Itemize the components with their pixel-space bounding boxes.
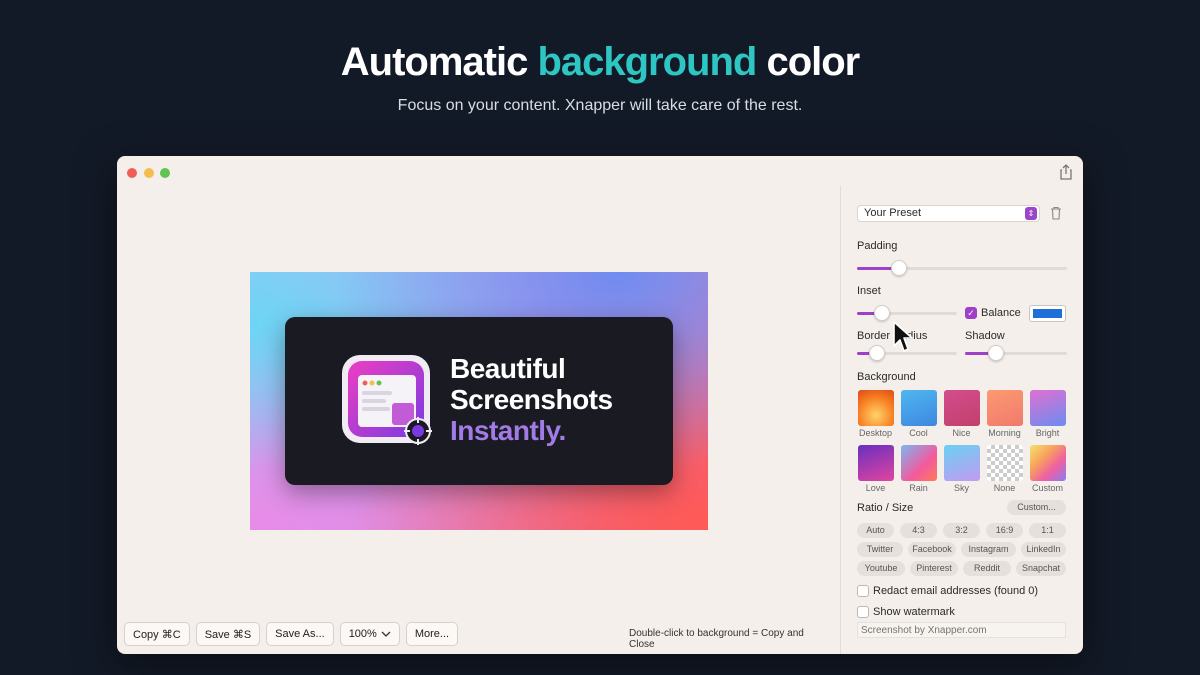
background-bright[interactable]: Bright	[1029, 390, 1066, 438]
bg-label-rain: Rain	[909, 483, 928, 493]
background-sky[interactable]: Sky	[943, 445, 980, 493]
background-label: Background	[857, 371, 916, 383]
balance-checkbox[interactable]: ✓	[965, 307, 977, 319]
copy-button[interactable]: Copy ⌘C	[124, 622, 190, 646]
size-youtube[interactable]: Youtube	[857, 561, 905, 576]
card-line-3: Instantly.	[450, 415, 566, 446]
save-button[interactable]: Save ⌘S	[195, 622, 261, 646]
bg-label-love: Love	[865, 483, 886, 493]
size-pinterest[interactable]: Pinterest	[910, 561, 958, 576]
bg-label-desktop: Desktop	[858, 428, 893, 438]
bg-label-cool: Cool	[909, 428, 928, 438]
zoom-value: 100%	[348, 628, 377, 640]
bg-label-nice: Nice	[952, 428, 971, 438]
minimize-window-button[interactable]	[144, 168, 154, 178]
background-cool[interactable]: Cool	[900, 390, 937, 438]
bg-label-morning: Morning	[988, 428, 1021, 438]
hero-title: Automatic background color	[0, 40, 1200, 85]
bg-label-custom: Custom	[1031, 483, 1063, 493]
save-as-button[interactable]: Save As...	[266, 622, 334, 646]
screenshot-canvas[interactable]: Beautiful Screenshots Instantly.	[250, 272, 708, 530]
ratio-3-2[interactable]: 3:2	[943, 523, 980, 538]
bottom-toolbar: Copy ⌘C Save ⌘S Save As... 100% More...	[124, 622, 459, 646]
transparent-swatch	[986, 445, 1023, 481]
updown-arrows-icon: ⇕	[1025, 207, 1037, 220]
sky-swatch	[943, 445, 980, 481]
ratio-auto[interactable]: Auto	[857, 523, 894, 538]
shadow-label: Shadow	[965, 330, 1005, 342]
ratio-size-label: Ratio / Size	[857, 502, 914, 514]
zoom-select[interactable]: 100%	[339, 622, 400, 646]
size-twitter[interactable]: Twitter	[857, 542, 903, 557]
show-watermark-label: Show watermark	[873, 606, 955, 618]
bg-label-none: None	[993, 483, 1016, 493]
zoom-window-button[interactable]	[160, 168, 170, 178]
show-watermark-checkbox[interactable]	[857, 606, 869, 618]
nice-swatch	[943, 390, 980, 426]
size-instagram[interactable]: Instagram	[961, 542, 1016, 557]
ratio-16-9[interactable]: 16:9	[986, 523, 1023, 538]
redact-email-label: Redact email addresses (found 0)	[873, 585, 1039, 597]
size-linkedin[interactable]: LinkedIn	[1021, 542, 1066, 557]
custom-size-button[interactable]: Custom...	[1007, 500, 1066, 515]
preset-value: Your Preset	[864, 207, 922, 219]
bg-label-bright: Bright	[1035, 428, 1060, 438]
hero-title-accent: background	[537, 40, 757, 84]
background-rain[interactable]: Rain	[900, 445, 937, 493]
hero-title-part1: Automatic	[340, 40, 538, 84]
size-facebook[interactable]: Facebook	[908, 542, 956, 557]
xnapper-app-icon	[342, 355, 432, 445]
chevron-down-icon	[381, 631, 391, 637]
card-line-2: Screenshots	[450, 384, 613, 415]
inset-slider[interactable]	[857, 305, 957, 321]
bright-swatch	[1029, 390, 1066, 426]
shadow-slider[interactable]	[965, 345, 1067, 361]
redact-email-checkbox[interactable]	[857, 585, 869, 597]
more-button[interactable]: More...	[405, 622, 459, 646]
mouse-pointer-icon	[893, 321, 913, 352]
close-window-button[interactable]	[127, 168, 137, 178]
background-morning[interactable]: Morning	[986, 390, 1023, 438]
ratio-1-1[interactable]: 1:1	[1029, 523, 1066, 538]
cool-swatch	[900, 390, 937, 426]
padding-slider[interactable]	[857, 260, 1067, 276]
balance-color-well[interactable]	[1029, 305, 1066, 322]
trash-icon[interactable]	[1050, 206, 1062, 220]
background-none[interactable]: None	[986, 445, 1023, 493]
balance-label: Balance	[981, 307, 1021, 319]
morning-swatch	[986, 390, 1023, 426]
card-headline: Beautiful Screenshots Instantly.	[450, 353, 613, 446]
padding-label: Padding	[857, 240, 898, 252]
love-swatch	[857, 445, 894, 481]
screenshot-card: Beautiful Screenshots Instantly.	[285, 317, 673, 485]
ratio-4-3[interactable]: 4:3	[900, 523, 937, 538]
background-custom[interactable]: Custom	[1029, 445, 1066, 493]
settings-sidebar: Your Preset ⇕ Padding Inset ✓ Balance Bo…	[857, 156, 1067, 654]
hero-title-part2: color	[756, 40, 860, 84]
background-love[interactable]: Love	[857, 445, 894, 493]
balance-color-swatch	[1033, 309, 1062, 318]
app-window: Beautiful Screenshots Instantly. Copy ⌘C…	[117, 156, 1083, 654]
rain-swatch	[900, 445, 937, 481]
background-nice[interactable]: Nice	[943, 390, 980, 438]
custom-swatch	[1029, 445, 1066, 481]
inset-label: Inset	[857, 285, 881, 297]
preset-select[interactable]: Your Preset ⇕	[857, 205, 1040, 222]
card-line-1: Beautiful	[450, 353, 566, 384]
hero-subtitle: Focus on your content. Xnapper will take…	[397, 97, 803, 114]
sidebar-divider	[840, 186, 841, 654]
size-reddit[interactable]: Reddit	[963, 561, 1011, 576]
background-desktop[interactable]: Desktop	[857, 390, 894, 438]
watermark-text-input[interactable]	[857, 622, 1066, 638]
double-click-hint: Double-click to background = Copy and Cl…	[629, 628, 804, 650]
desktop-swatch	[857, 390, 894, 426]
size-snapchat[interactable]: Snapchat	[1016, 561, 1066, 576]
bg-label-sky: Sky	[953, 483, 969, 493]
